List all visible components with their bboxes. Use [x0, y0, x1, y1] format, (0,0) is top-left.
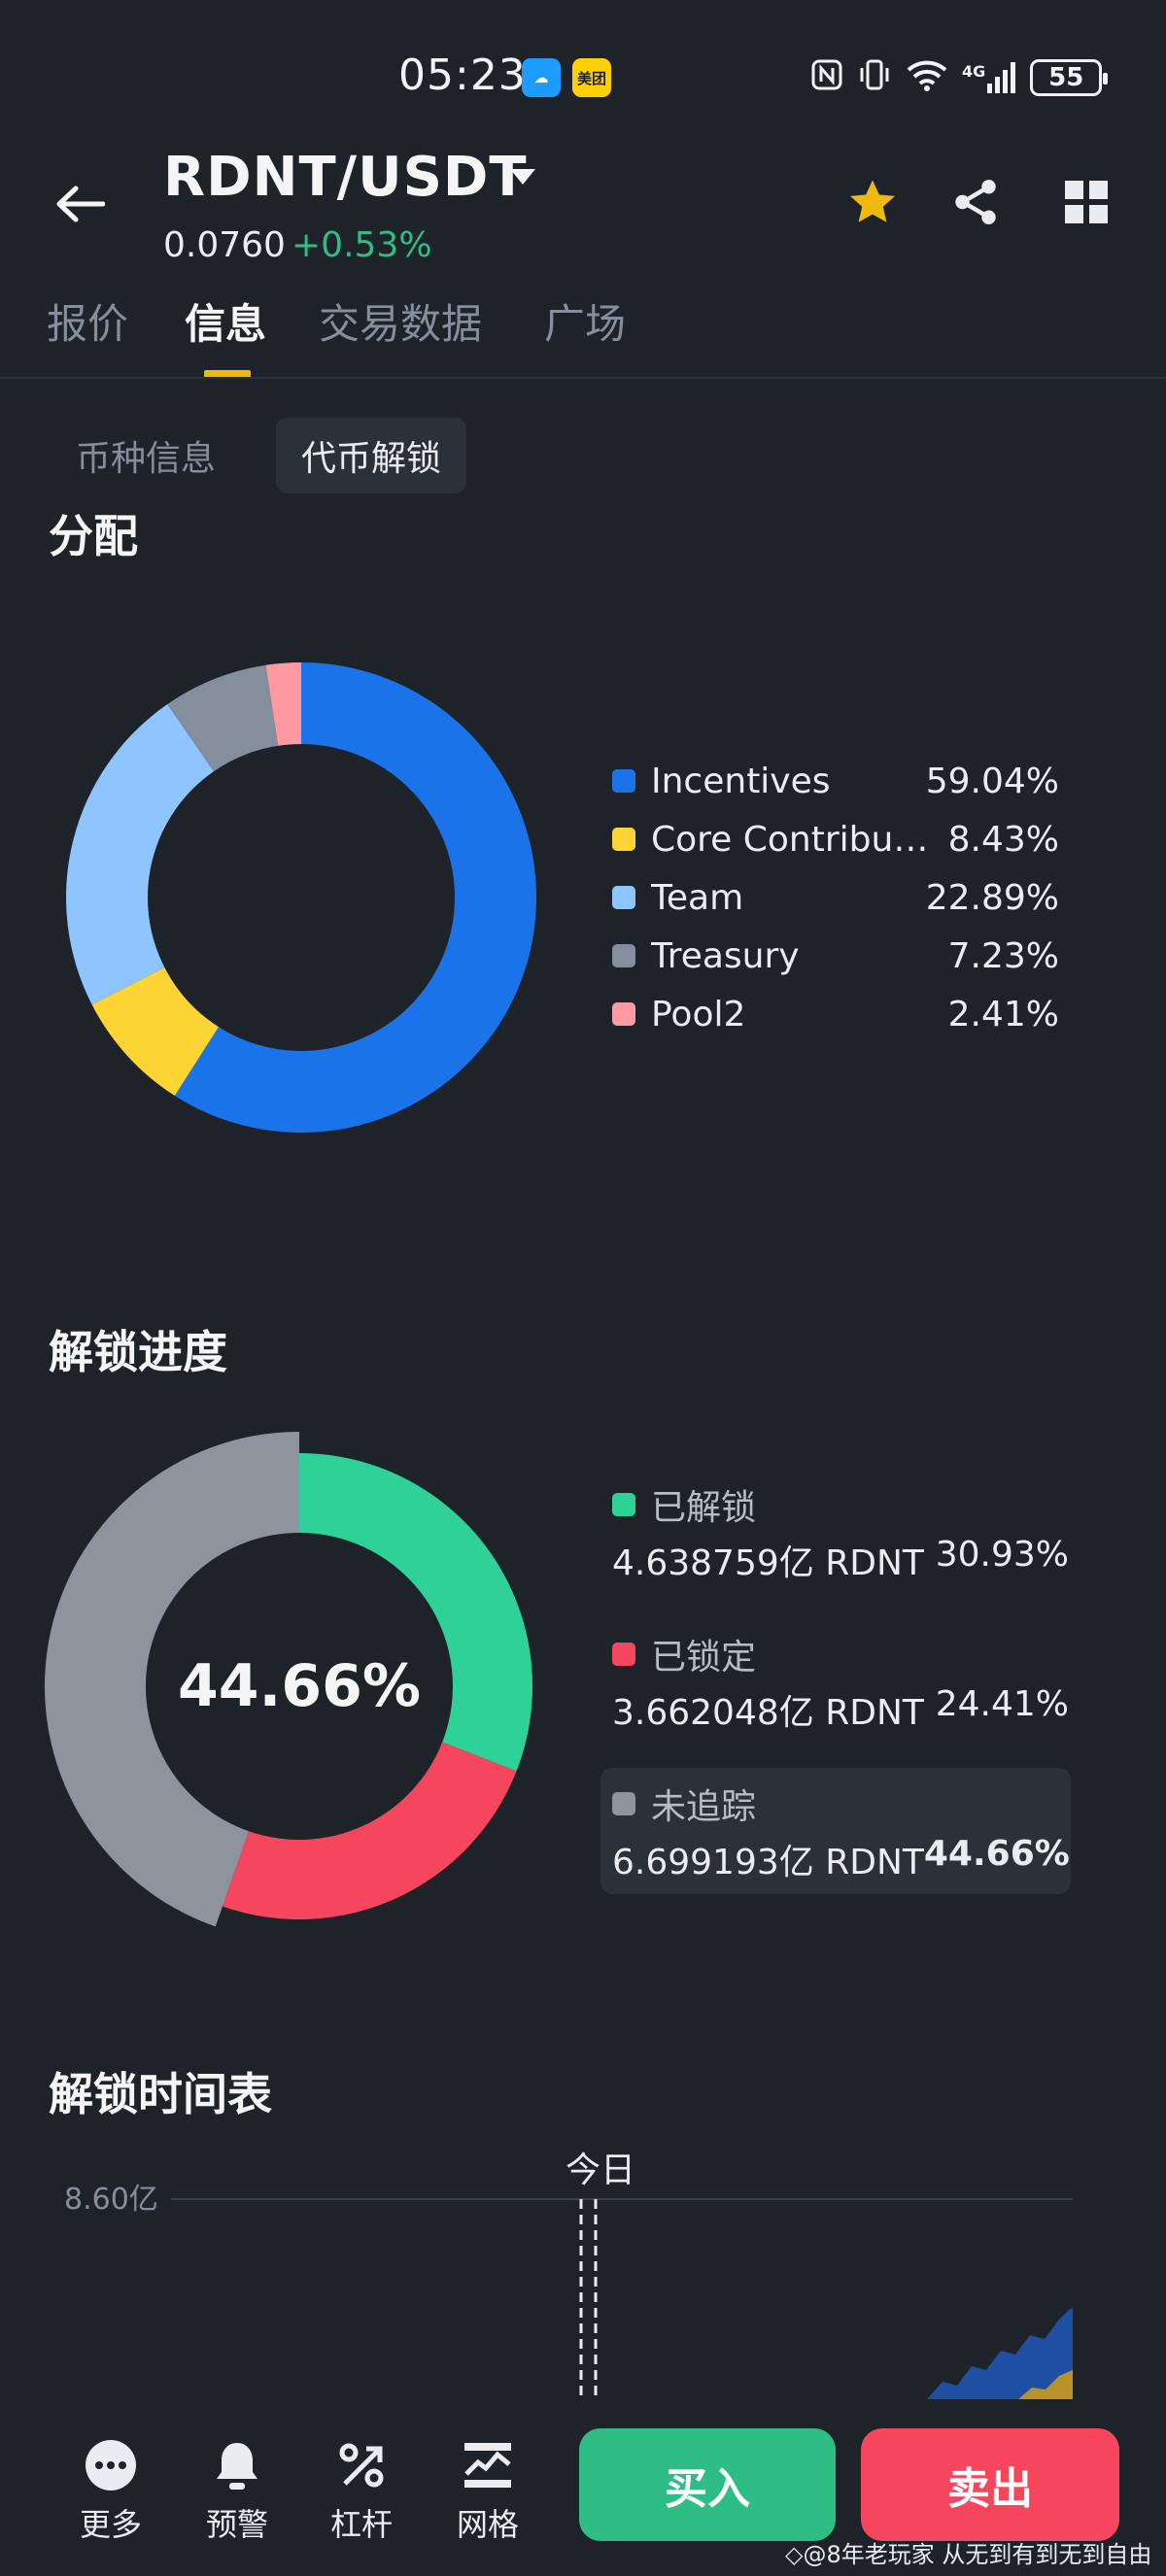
nav-grid[interactable]: 网格	[439, 2438, 536, 2545]
cloud-app-icon: ☁	[522, 58, 561, 97]
star-icon	[850, 180, 895, 222]
unlock-pct: 44.66%	[923, 1834, 1070, 1874]
bell-icon	[210, 2438, 264, 2492]
legend-name: Pool2	[651, 994, 746, 1034]
signal-icon: 4G	[962, 62, 1016, 93]
subtab-coin-info[interactable]: 币种信息	[51, 418, 241, 493]
today-label: 今日	[566, 2151, 635, 2190]
unlock-progress-title: 解锁进度	[49, 1326, 227, 1378]
subtab-token-unlock[interactable]: 代币解锁	[276, 418, 467, 493]
unlock-center-pct: 44.66%	[178, 1652, 421, 1720]
tab-square[interactable]: 广场	[544, 291, 626, 351]
back-arrow-icon	[56, 186, 105, 222]
nav-label: 更多	[79, 2506, 142, 2543]
donut-slice-locked	[222, 1742, 517, 1919]
network-type: 4G	[962, 62, 986, 81]
donut-slice-team	[65, 704, 215, 1005]
legend-swatch	[612, 828, 635, 851]
tab-trading-data[interactable]: 交易数据	[319, 291, 482, 351]
tab-divider	[0, 377, 1166, 379]
legend-name: Incentives	[651, 761, 831, 801]
unlock-item-unlocked: 已解锁 4.638759亿 RDNT 30.93%	[612, 1480, 1069, 1585]
tab-quote[interactable]: 报价	[47, 291, 128, 351]
legend-name: Treasury	[651, 935, 800, 976]
legend-item: Incentives 59.04%	[612, 758, 1059, 804]
buy-button[interactable]: 买入	[579, 2428, 836, 2541]
legend-pct: 8.43%	[947, 819, 1059, 860]
legend-item: Pool2 2.41%	[612, 991, 1059, 1037]
layout-button[interactable]	[1057, 173, 1115, 231]
vibrate-icon	[857, 58, 892, 98]
legend-pct: 2.41%	[947, 994, 1059, 1034]
legend-swatch	[612, 1002, 635, 1026]
tab-info[interactable]: 信息	[185, 291, 266, 351]
more-icon	[84, 2438, 138, 2492]
unlock-label: 已锁定	[651, 1638, 757, 1678]
legend-pct: 22.89%	[925, 877, 1059, 918]
battery-icon: 55	[1030, 59, 1109, 96]
meituan-app-icon: 美团	[572, 58, 611, 97]
caret-down-icon	[510, 169, 535, 185]
favorite-button[interactable]	[843, 173, 902, 231]
unlock-item-untracked: 未追踪 6.699193亿 RDNT 44.66%	[612, 1779, 1070, 1884]
nav-alert[interactable]: 预警	[189, 2438, 286, 2545]
nav-label: 网格	[456, 2506, 519, 2543]
legend-item: Team 22.89%	[612, 874, 1059, 921]
legend-swatch	[612, 1643, 635, 1666]
unlock-progress-donut-chart: 44.66%	[44, 1432, 532, 1927]
nfc-icon	[810, 58, 843, 98]
unlock-label: 未追踪	[651, 1787, 757, 1827]
donut-slice-unlocked	[299, 1453, 532, 1772]
wifi-icon	[906, 58, 948, 98]
unlock-amount: 6.699193亿 RDNT	[612, 1843, 924, 1882]
unlock-amount: 4.638759亿 RDNT	[612, 1543, 924, 1583]
legend-item: Core Contributors 8.43%	[612, 816, 1059, 863]
nav-leverage[interactable]: 杠杆	[313, 2438, 410, 2545]
unlock-pct: 30.93%	[935, 1535, 1069, 1575]
back-button[interactable]	[51, 175, 109, 233]
status-icons: 4G 55	[810, 56, 1109, 99]
legend-swatch	[612, 944, 635, 967]
status-time: 05:23	[398, 51, 527, 100]
sell-button[interactable]: 卖出	[861, 2428, 1119, 2541]
legend-swatch	[612, 886, 635, 909]
legend-swatch	[612, 1792, 635, 1815]
legend-pct: 59.04%	[925, 761, 1059, 801]
share-button[interactable]	[946, 173, 1005, 231]
nav-more[interactable]: 更多	[62, 2438, 159, 2545]
allocation-title: 分配	[49, 510, 138, 562]
unlock-schedule-chart: 8.60亿 今日	[64, 2151, 1073, 2399]
last-price: 0.0760	[163, 225, 286, 265]
share-icon	[955, 180, 996, 224]
legend-pct: 7.23%	[947, 935, 1059, 976]
legend-swatch	[612, 1493, 635, 1516]
legend-swatch	[612, 769, 635, 793]
nav-label: 杠杆	[329, 2506, 393, 2543]
unlock-item-locked: 已锁定 3.662048亿 RDNT 24.41%	[612, 1630, 1069, 1735]
legend-name: Core Contributors	[651, 819, 948, 860]
price-change: +0.53%	[292, 225, 432, 265]
unlock-amount: 3.662048亿 RDNT	[612, 1693, 924, 1733]
nav-label: 预警	[205, 2506, 268, 2543]
unlock-pct: 24.41%	[935, 1684, 1069, 1724]
grid-trading-icon	[461, 2438, 515, 2492]
pair-title[interactable]: RDNT/USDT	[163, 146, 528, 209]
leverage-icon	[334, 2438, 389, 2492]
grid-icon	[1065, 181, 1108, 223]
unlock-schedule-title: 解锁时间表	[49, 2068, 272, 2120]
legend-name: Team	[651, 877, 744, 918]
unlock-label: 已解锁	[651, 1488, 757, 1528]
legend-item: Treasury 7.23%	[612, 932, 1059, 979]
watermark: ◇@8年老玩家 从无到有到无到自由	[785, 2541, 1152, 2568]
allocation-donut-chart	[65, 662, 536, 1133]
pair-selector[interactable]	[505, 159, 540, 194]
y-axis-label: 8.60亿	[64, 2183, 158, 2217]
